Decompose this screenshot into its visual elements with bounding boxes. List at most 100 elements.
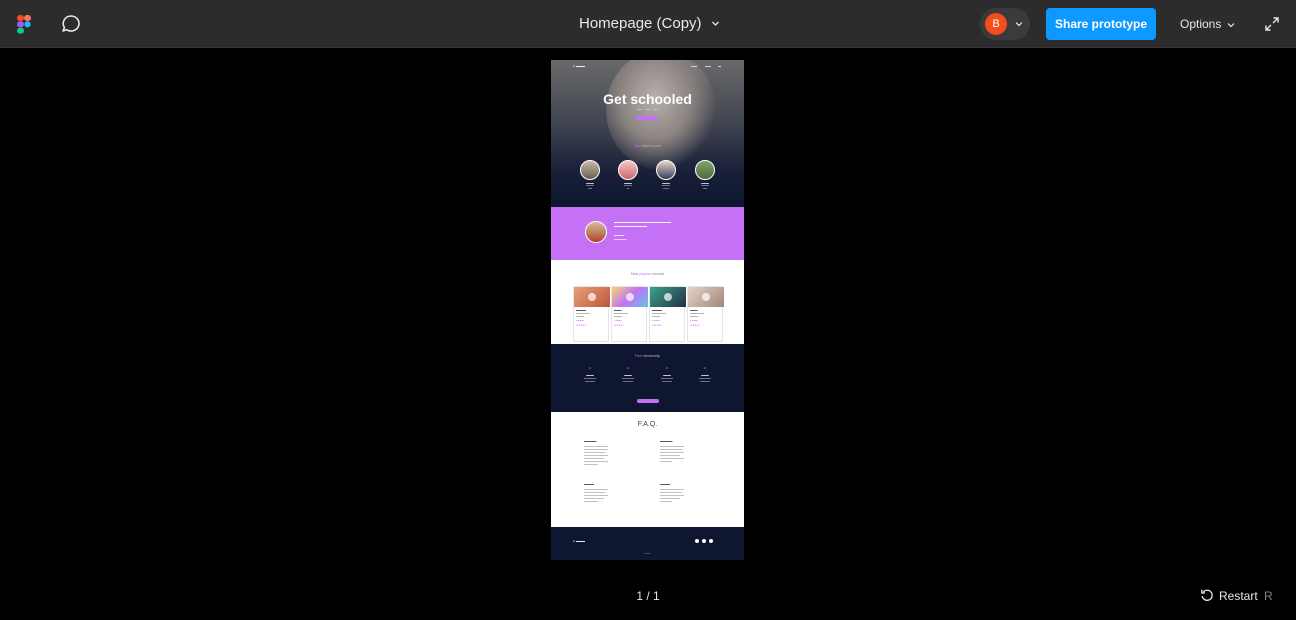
toolbar: Homepage (Copy) B Share prototype Option… bbox=[0, 0, 1296, 48]
tutorial-thumbnail bbox=[650, 287, 686, 307]
faq-answer: ▬▬▬▬▬▬▬▬▬▬▬▬▬▬▬▬▬▬▬▬▬▬▬▬▬▬▬▬▬▬▬▬▬▬▬▬▬▬▬▬… bbox=[660, 489, 684, 503]
tutorial-thumbnail bbox=[688, 287, 724, 307]
play-icon bbox=[588, 293, 596, 301]
faq-answer: ▬▬▬▬▬▬▬▬▬▬▬▬▬▬▬▬▬▬▬▬▬▬▬▬▬▬▬▬▬▬▬▬▬▬▬▬▬▬▬▬… bbox=[660, 446, 684, 463]
social-icon bbox=[695, 539, 699, 543]
page-indicator: 1 / 1 bbox=[636, 589, 660, 603]
play-icon bbox=[626, 293, 634, 301]
tutorial-title: ▬▬▬ bbox=[614, 309, 622, 312]
mentorship-desc: ▬▬▬▬▬▬ ▬▬▬▬▬ bbox=[661, 378, 673, 383]
chevron-down-icon[interactable] bbox=[711, 19, 720, 28]
comment-icon[interactable] bbox=[60, 13, 82, 35]
footer-logo: ▪▪ ▬▬▬ bbox=[573, 539, 585, 543]
testimonial-quote: ▬▬▬▬▬▬▬▬▬▬▬▬▬▬▬▬▬▬▬ ▬▬▬▬▬▬▬▬▬▬▬ bbox=[614, 220, 671, 228]
chevron-down-icon[interactable] bbox=[1227, 21, 1235, 29]
user-menu[interactable]: B bbox=[980, 8, 1030, 40]
chevron-down-icon bbox=[1015, 22, 1023, 27]
tutor-desc: ▬▬▬▬ ▬ bbox=[624, 185, 632, 190]
nav-link: ▬▬ bbox=[705, 64, 711, 68]
tutorial-desc: ▬▬▬▬▬▬▬ ▬▬▬▬ bbox=[652, 313, 666, 318]
mentorship-item: •• ▬▬▬ ▬▬▬▬▬▬ ▬▬▬▬▬ bbox=[572, 365, 608, 383]
tutor-card: ▬▬▬ ▬▬▬▬ ▬▬ bbox=[575, 160, 605, 190]
tutor-photo bbox=[695, 160, 715, 180]
mentorship-item: •• ▬▬▬ ▬▬▬▬▬▬ ▬▬▬▬▬ bbox=[610, 365, 646, 383]
tutorial-rating: ★★★★☆ bbox=[576, 324, 588, 327]
tutor-card: ▬▬▬ ▬▬▬▬ ▬ bbox=[613, 160, 643, 190]
tutorial-desc: ▬▬▬▬▬▬▬ ▬▬▬▬ bbox=[576, 313, 590, 318]
tutorial-title: ▬▬▬▬ bbox=[576, 309, 586, 312]
mentorship-desc: ▬▬▬▬▬▬ ▬▬▬▬▬ bbox=[584, 378, 596, 383]
play-icon bbox=[664, 293, 672, 301]
mentorship-icon: •• bbox=[588, 365, 592, 370]
tutor-card: ▬▬▬ ▬▬▬▬ ▬▬ bbox=[690, 160, 720, 190]
mentorship-title: ▬▬▬ bbox=[701, 374, 709, 377]
tutorial-rating: ★★★★☆ bbox=[652, 324, 664, 327]
mentorship-title: ▬▬▬ bbox=[586, 374, 594, 377]
mentorship-desc: ▬▬▬▬▬▬ ▬▬▬▬▬ bbox=[622, 378, 634, 383]
tutorial-thumbnail bbox=[612, 287, 648, 307]
tutorial-card: ▬▬▬▬ ▬▬▬▬▬▬▬ ▬▬▬▬ ● ▬▬▬ ★★★★☆ bbox=[649, 286, 686, 342]
figma-logo-icon[interactable] bbox=[17, 15, 31, 34]
hero-image bbox=[606, 60, 716, 170]
faq-section: F.A.Q. ▬▬▬▬▬ ▬▬▬▬▬▬▬▬▬▬▬▬ ▬▬▬▬▬▬▬▬▬▬▬▬ ▬▬▬… bbox=[551, 412, 744, 527]
social-icon bbox=[709, 539, 713, 543]
footer-section: ▪▪ ▬▬▬ ▬▬▬▬ bbox=[551, 527, 744, 560]
tutor-photo bbox=[656, 160, 676, 180]
play-icon bbox=[702, 293, 710, 301]
mentorship-cta-button bbox=[637, 399, 659, 403]
tutorial-author: ● ▬▬▬ bbox=[614, 320, 622, 322]
restart-icon[interactable] bbox=[1200, 588, 1214, 602]
hero-cta-button bbox=[636, 116, 658, 120]
tutorial-author: ● ▬▬▬ bbox=[690, 320, 698, 322]
mentorship-item: •• ▬▬▬ ▬▬▬▬▬▬ ▬▬▬▬▬ bbox=[649, 365, 685, 383]
tutor-photo bbox=[618, 160, 638, 180]
tutor-desc: ▬▬▬▬ ▬▬ bbox=[586, 185, 594, 190]
mentorship-section: Free mentorship •• ▬▬▬ ▬▬▬▬▬▬ ▬▬▬▬▬ •• ▬▬… bbox=[551, 344, 744, 412]
faq-question: ▬▬▬▬ bbox=[660, 483, 670, 486]
tutors-heading: your tutor for you bbox=[634, 144, 661, 148]
site-logo: ▪▪ ▬▬▬ bbox=[573, 64, 585, 68]
nav-link: ▬ bbox=[718, 64, 721, 68]
mentorship-heading: Free mentorship bbox=[634, 354, 661, 358]
faq-question: ▬▬▬▬▬ bbox=[660, 440, 673, 443]
tutorial-card: ▬▬▬▬ ▬▬▬▬▬▬▬ ▬▬▬▬ ● ▬▬▬ ★★★★☆ bbox=[573, 286, 610, 342]
mentorship-title: ▬▬▬ bbox=[663, 374, 671, 377]
options-menu[interactable]: Options bbox=[1180, 17, 1221, 31]
tutor-desc: ▬▬▬▬ ▬▬ bbox=[701, 185, 709, 190]
faq-title: F.A.Q. bbox=[637, 421, 658, 428]
tutorials-heading: Most popular tutorials bbox=[630, 272, 665, 276]
mentorship-icon: •• bbox=[665, 365, 669, 370]
share-prototype-button[interactable]: Share prototype bbox=[1046, 8, 1156, 40]
tutorials-section: Most popular tutorials ▬▬▬▬ ▬▬▬▬▬▬▬ ▬▬▬▬ … bbox=[551, 260, 744, 344]
mentorship-icon: •• bbox=[626, 365, 630, 370]
tutorial-author: ● ▬▬▬ bbox=[576, 320, 584, 322]
tutorial-rating: ★★★★☆ bbox=[690, 324, 702, 327]
hero-section: ▪▪ ▬▬▬ ▬▬ ▬▬ ▬ Get schooled ▬▬ ▬▬ ▬▬ you… bbox=[551, 60, 744, 207]
tutorial-desc: ▬▬▬▬▬▬▬ ▬▬▬▬ bbox=[690, 313, 704, 318]
prototype-frame[interactable]: ▪▪ ▬▬▬ ▬▬ ▬▬ ▬ Get schooled ▬▬ ▬▬ ▬▬ you… bbox=[551, 60, 744, 560]
mentorship-desc: ▬▬▬▬▬▬ ▬▬▬▬▬ bbox=[699, 378, 711, 383]
expand-icon[interactable] bbox=[1264, 16, 1280, 32]
testimonial-role: ▬▬▬▬▬ bbox=[614, 238, 627, 241]
testimonial-name: ▬▬▬▬ bbox=[614, 234, 624, 237]
faq-question: ▬▬▬▬▬ bbox=[584, 440, 597, 443]
tutorial-thumbnail bbox=[574, 287, 610, 307]
testimonial-photo bbox=[585, 221, 607, 243]
tutorial-rating: ★★★★☆ bbox=[614, 324, 626, 327]
tutor-photo bbox=[580, 160, 600, 180]
restart-button[interactable]: Restart bbox=[1219, 589, 1258, 603]
mentorship-icon: •• bbox=[703, 365, 707, 370]
mentorship-title: ▬▬▬ bbox=[624, 374, 632, 377]
tutorial-card: ▬▬▬ ▬▬▬▬▬▬▬ ▬▬▬▬ ● ▬▬▬ ★★★★☆ bbox=[687, 286, 724, 342]
prototype-title[interactable]: Homepage (Copy) bbox=[579, 15, 702, 32]
avatar: B bbox=[985, 13, 1007, 35]
faq-answer: ▬▬▬▬▬▬▬▬▬▬▬▬▬▬▬▬▬▬▬▬▬▬▬▬▬▬▬▬▬▬▬▬▬▬▬▬▬▬▬▬… bbox=[584, 489, 608, 503]
testimonial-section: ▬▬▬▬▬▬▬▬▬▬▬▬▬▬▬▬▬▬▬ ▬▬▬▬▬▬▬▬▬▬▬ ▬▬▬▬ ▬▬▬▬… bbox=[551, 207, 744, 260]
faq-question: ▬▬▬▬ bbox=[584, 483, 594, 486]
tutorial-title: ▬▬▬▬ bbox=[652, 309, 662, 312]
tutorial-author: ● ▬▬▬ bbox=[652, 320, 660, 322]
tutor-card: ▬▬▬ ▬▬▬▬ ▬▬▬ bbox=[651, 160, 681, 190]
mentorship-item: •• ▬▬▬ ▬▬▬▬▬▬ ▬▬▬▬▬ bbox=[687, 365, 723, 383]
tutorial-desc: ▬▬▬▬▬▬▬ ▬▬▬▬ bbox=[614, 313, 628, 318]
tutor-desc: ▬▬▬▬ ▬▬▬ bbox=[662, 185, 670, 190]
